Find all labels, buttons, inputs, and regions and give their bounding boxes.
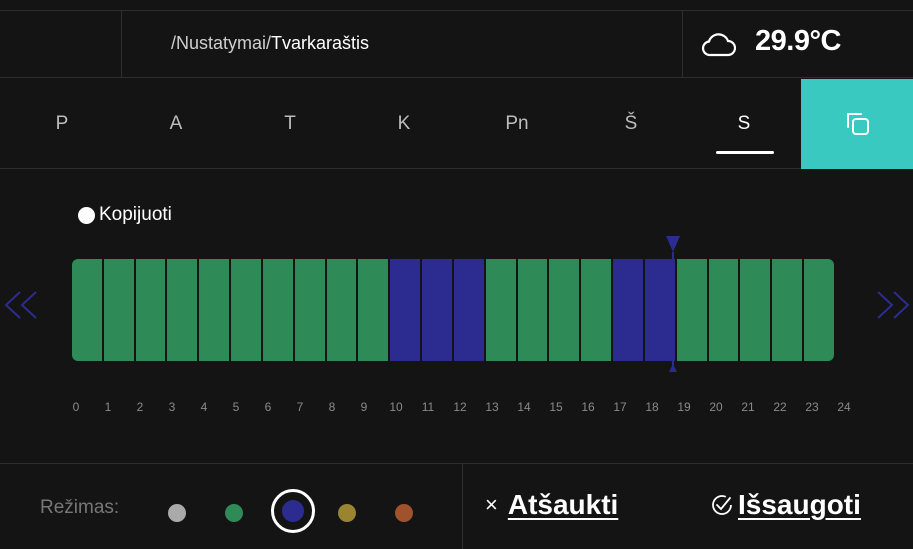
hour-label: 21	[741, 400, 755, 414]
hour-label: 19	[677, 400, 691, 414]
schedule-slot-20[interactable]	[708, 259, 741, 361]
chevron-double-right-icon[interactable]	[872, 290, 912, 328]
schedule-slot-19[interactable]	[676, 259, 709, 361]
schedule-slot-7[interactable]	[294, 259, 327, 361]
hour-label: 18	[645, 400, 659, 414]
hour-label: 4	[200, 400, 208, 414]
hour-label: 3	[168, 400, 176, 414]
hour-label: 23	[805, 400, 819, 414]
cloud-icon	[701, 33, 736, 57]
schedule-slot-4[interactable]	[199, 259, 232, 361]
schedule-slot-15[interactable]	[549, 259, 582, 361]
mode-green[interactable]	[225, 504, 243, 522]
tab-day-2[interactable]: A	[126, 79, 226, 169]
hour-label: 9	[360, 400, 368, 414]
hour-label: 16	[581, 400, 595, 414]
hour-label: 24	[837, 400, 851, 414]
chevron-double-left-icon[interactable]	[2, 290, 42, 328]
hour-label: 22	[773, 400, 787, 414]
schedule-slot-14[interactable]	[517, 259, 550, 361]
save-button[interactable]: Išsaugoti	[710, 489, 861, 521]
hour-axis: 0 1 2 3 4 5 6 7 8 9 10 11 12 13 14 15 16 17 18 19 20 21 22 23 24	[0, 400, 913, 416]
hour-label: 1	[104, 400, 112, 414]
schedule-slot-1[interactable]	[103, 259, 136, 361]
current-time-marker-bottom	[669, 364, 677, 372]
check-circle-icon	[712, 495, 732, 515]
tab-day-5[interactable]: Pn	[467, 79, 567, 169]
breadcrumb-path[interactable]: /Nustatymai/	[171, 33, 271, 53]
hour-label: 10	[389, 400, 403, 414]
breadcrumb-current: Tvarkaraštis	[271, 33, 370, 53]
schedule-slot-17[interactable]	[613, 259, 645, 361]
close-icon: ×	[485, 492, 498, 517]
tab-day-7[interactable]: S	[694, 79, 794, 169]
hour-label: 17	[613, 400, 627, 414]
schedule-slot-2[interactable]	[135, 259, 168, 361]
mode-blue-selected[interactable]	[271, 489, 315, 533]
schedule-slot-21[interactable]	[740, 259, 773, 361]
cancel-button[interactable]: × Atšaukti	[485, 489, 618, 521]
tab-day-6[interactable]: Š	[581, 79, 681, 169]
cancel-label: Atšaukti	[507, 489, 619, 520]
tab-day-3[interactable]: T	[240, 79, 340, 169]
schedule-slot-9[interactable]	[358, 259, 391, 361]
mode-blue-dot	[282, 500, 304, 522]
schedule-slot-16[interactable]	[581, 259, 614, 361]
hour-label: 13	[485, 400, 499, 414]
breadcrumb: /Nustatymai/Tvarkaraštis	[171, 33, 369, 54]
current-time-marker-top	[666, 236, 680, 252]
mode-gray[interactable]	[168, 504, 186, 522]
mode-label: Režimas:	[40, 497, 120, 518]
copy-option-label: Kopijuoti	[99, 204, 172, 225]
weather-widget: 29.9°C	[682, 11, 913, 77]
header: /Nustatymai/Tvarkaraštis 29.9°C	[0, 10, 913, 78]
current-time-marker[interactable]	[672, 252, 674, 370]
schedule-slot-12[interactable]	[453, 259, 486, 361]
header-left-cell	[0, 11, 122, 77]
hour-label: 5	[232, 400, 240, 414]
hour-label: 20	[709, 400, 723, 414]
schedule-slot-11[interactable]	[422, 259, 454, 361]
hour-label: 7	[296, 400, 304, 414]
schedule-slot-0[interactable]	[72, 259, 104, 361]
schedule-slot-10[interactable]	[390, 259, 423, 361]
schedule-slot-13[interactable]	[485, 259, 518, 361]
copy-option[interactable]: Kopijuoti	[78, 203, 172, 227]
schedule-slot-22[interactable]	[772, 259, 805, 361]
save-label: Išsaugoti	[738, 489, 861, 520]
tab-day-1[interactable]: P	[12, 79, 112, 169]
hour-label: 6	[264, 400, 272, 414]
day-tabs: P A T K Pn Š S	[0, 79, 913, 169]
copy-icon	[847, 113, 869, 135]
schedule-slot-23[interactable]	[804, 259, 834, 361]
hour-label: 15	[549, 400, 563, 414]
bottom-bar: Režimas: × Atšaukti Išsaugoti	[0, 463, 913, 549]
hour-label: 8	[328, 400, 336, 414]
schedule-timeline[interactable]	[72, 259, 834, 361]
hour-label: 2	[136, 400, 144, 414]
schedule-slot-3[interactable]	[167, 259, 200, 361]
copy-radio-dot[interactable]	[78, 206, 95, 224]
schedule-slot-5[interactable]	[231, 259, 263, 361]
hour-label: 0	[72, 400, 80, 414]
schedule-slot-6[interactable]	[262, 259, 295, 361]
bottom-divider	[462, 464, 463, 549]
tab-day-4[interactable]: K	[354, 79, 454, 169]
hour-label: 11	[421, 400, 435, 414]
copy-day-button[interactable]	[801, 79, 913, 169]
mode-orange[interactable]	[395, 504, 413, 522]
schedule-slot-8[interactable]	[326, 259, 359, 361]
hour-label: 14	[517, 400, 531, 414]
mode-yellow[interactable]	[338, 504, 356, 522]
hour-label: 12	[453, 400, 467, 414]
temperature: 29.9°C	[755, 25, 841, 57]
